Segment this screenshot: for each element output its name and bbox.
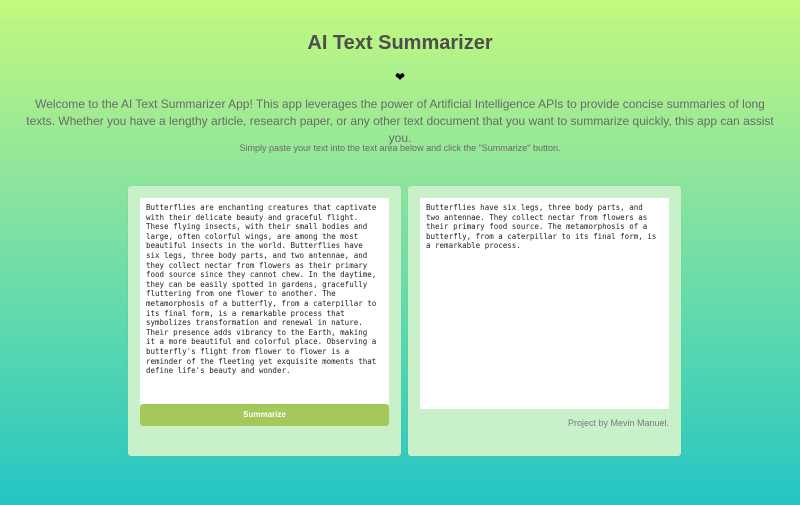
heart-icon: ❤ — [394, 70, 406, 84]
page-title: AI Text Summarizer — [307, 32, 493, 54]
intro-text: Welcome to the AI Text Summarizer App! T… — [26, 97, 774, 145]
output-panel: Butterflies have six legs, three body pa… — [408, 186, 681, 456]
text-input-area[interactable]: Butterflies are enchanting creatures tha… — [140, 198, 389, 409]
summary-output-area[interactable]: Butterflies have six legs, three body pa… — [420, 198, 669, 409]
instruction-text: Simply paste your text into the text are… — [239, 143, 561, 153]
input-panel: Butterflies are enchanting creatures tha… — [128, 186, 401, 456]
project-credit: Project by Mevin Manuel. — [567, 418, 669, 428]
summarize-button[interactable]: Summarize — [140, 404, 389, 426]
